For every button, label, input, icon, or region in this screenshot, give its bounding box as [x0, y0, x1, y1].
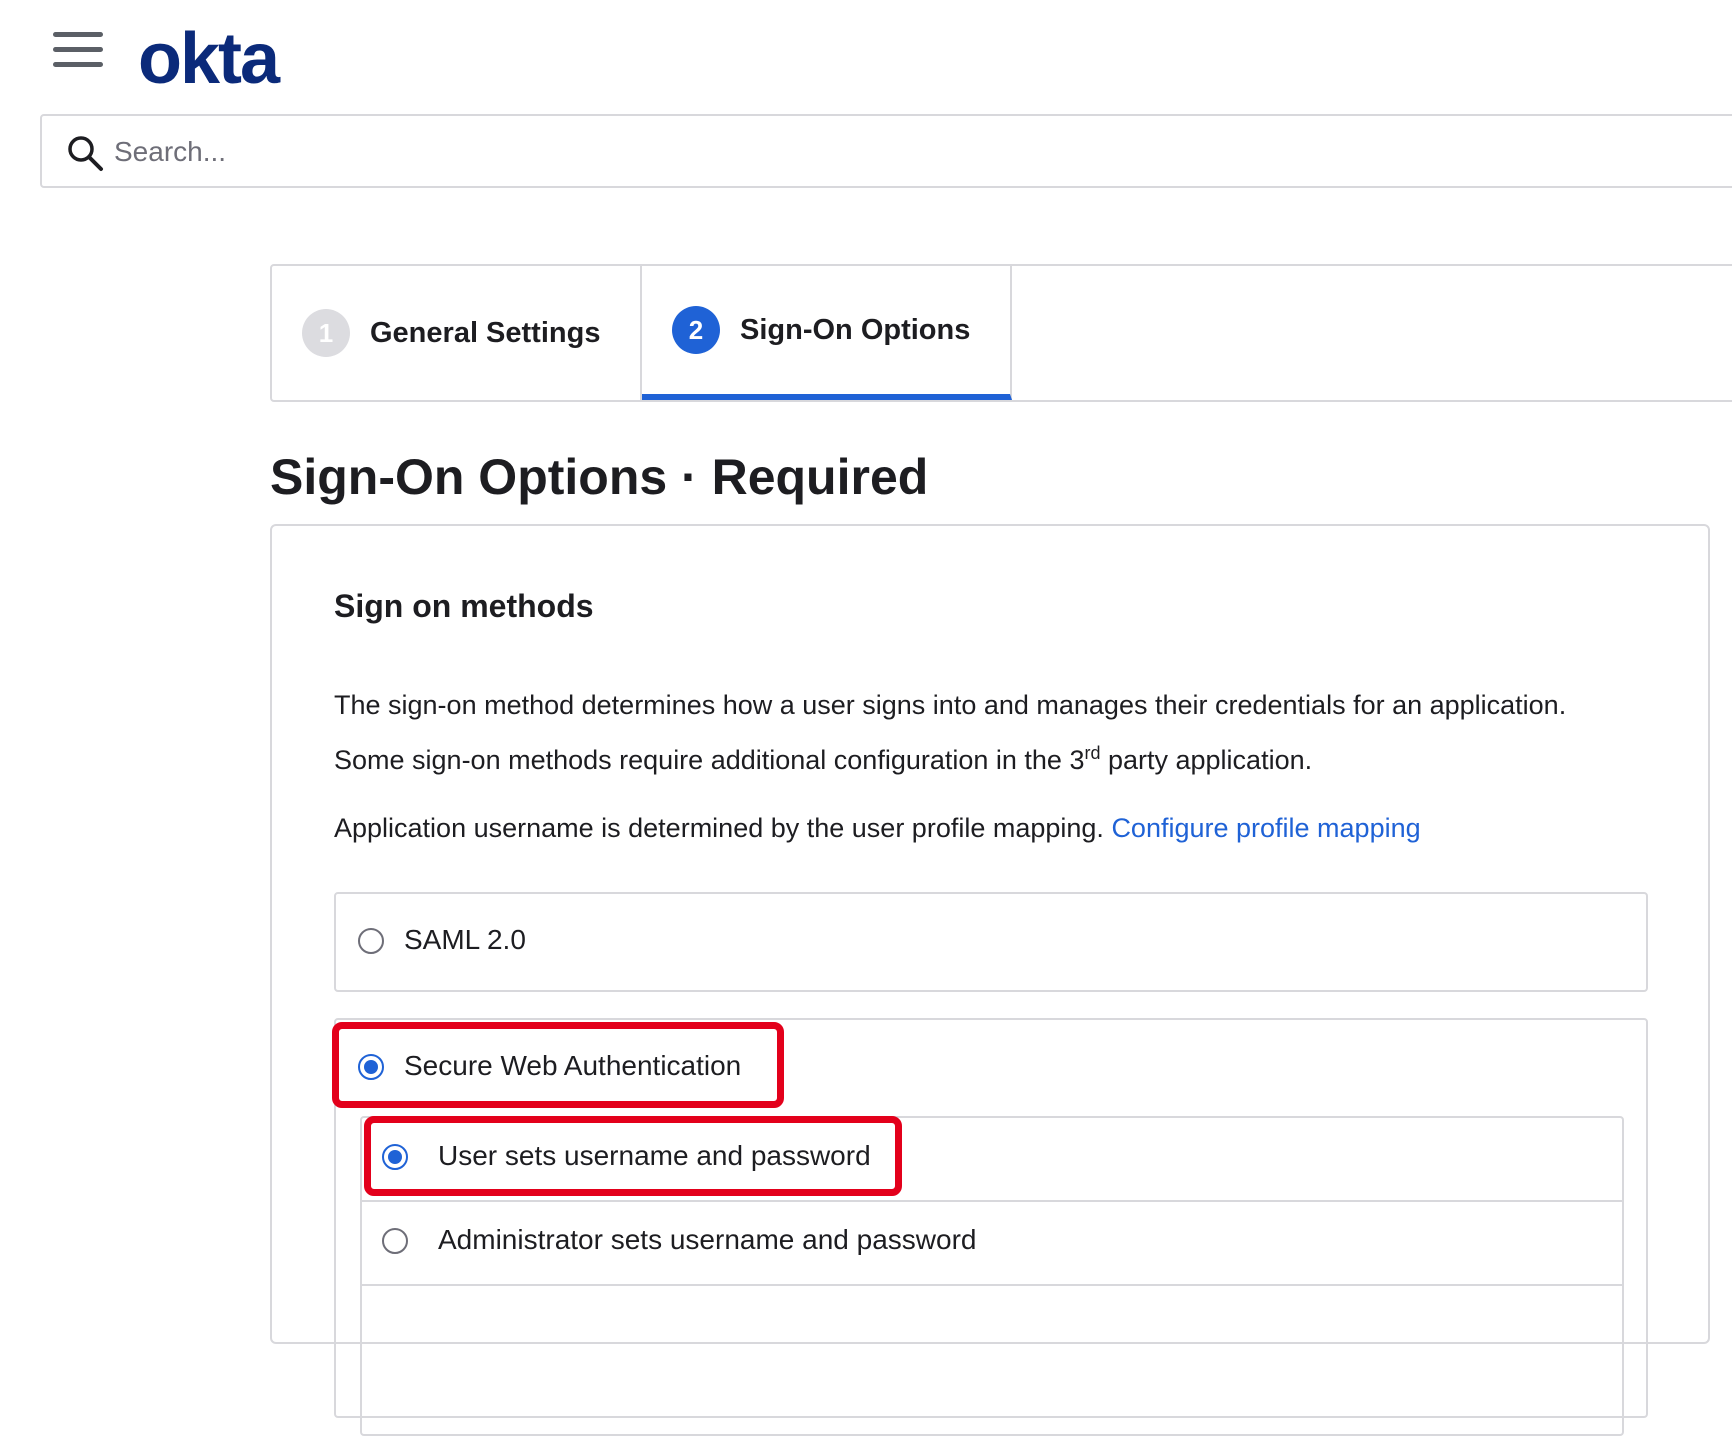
profile-mapping-text: Application username is determined by th… [334, 804, 1421, 852]
swa-option: Secure Web Authentication User sets user… [334, 1018, 1648, 1436]
saml-option[interactable]: SAML 2.0 [334, 892, 1648, 992]
step-label: Sign-On Options [740, 313, 971, 346]
search-bar[interactable] [40, 114, 1732, 188]
admin-sets-label: Administrator sets username and password [438, 1224, 977, 1255]
swa-label[interactable]: Secure Web Authentication [404, 1050, 741, 1082]
swa-radio[interactable] [358, 1054, 384, 1080]
okta-logo: okta [138, 19, 280, 99]
sub-option-admin-sets[interactable]: Administrator sets username and password [362, 1202, 1622, 1286]
setup-stepper: 1 General Settings 2 Sign-On Options [270, 264, 1732, 402]
sign-on-description: The sign-on method determines how a user… [334, 681, 1634, 784]
swa-sub-options: User sets username and password Administ… [360, 1116, 1624, 1436]
card-title: Sign on methods [334, 588, 594, 624]
hamburger-menu-icon[interactable] [53, 32, 103, 72]
tab-general-settings[interactable]: 1 General Settings [272, 266, 642, 400]
mapping-text: Application username is determined by th… [334, 813, 1112, 843]
configure-profile-mapping-link[interactable]: Configure profile mapping [1111, 813, 1420, 843]
step-number: 1 [302, 309, 350, 357]
sub-option-user-sets[interactable]: User sets username and password [362, 1118, 1622, 1202]
description-text: The sign-on method determines how a user… [334, 690, 1567, 775]
admin-sets-radio[interactable] [382, 1228, 408, 1254]
sign-on-methods-card: Sign on methods The sign-on method deter… [270, 524, 1710, 1436]
search-input[interactable] [112, 126, 1316, 178]
saml-label: SAML 2.0 [404, 924, 526, 955]
description-text-end: party application. [1100, 745, 1313, 775]
user-sets-label: User sets username and password [438, 1140, 871, 1171]
step-number: 2 [672, 306, 720, 354]
user-sets-radio[interactable] [382, 1144, 408, 1170]
tab-sign-on-options[interactable]: 2 Sign-On Options [642, 266, 1012, 400]
ordinal-suffix: rd [1084, 743, 1101, 763]
saml-radio[interactable] [358, 928, 384, 954]
step-label: General Settings [370, 316, 601, 349]
page-title: Sign-On Options · Required [270, 449, 929, 505]
search-icon [68, 136, 103, 171]
